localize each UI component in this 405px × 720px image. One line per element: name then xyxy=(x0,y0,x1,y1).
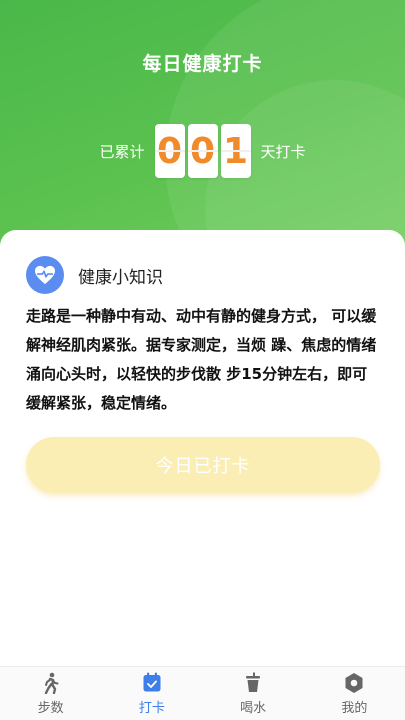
walking-icon xyxy=(40,672,62,694)
tab-water[interactable]: 喝水 xyxy=(203,667,304,720)
settings-hexagon-icon xyxy=(343,672,365,694)
counter-digit: 0 xyxy=(187,124,218,178)
tab-checkin[interactable]: 打卡 xyxy=(101,667,202,720)
tab-label: 我的 xyxy=(341,700,368,716)
screen: 每日健康打卡 已累计 0 0 1 天打卡 健康小知识 走路是一种静中有动、动中有… xyxy=(0,0,405,720)
counter-digits: 0 0 1 xyxy=(154,124,251,178)
cup-icon xyxy=(242,672,264,694)
tip-body: 走路是一种静中有动、动中有静的健身方式， 可以缓解神经肌肉紧张。据专家测定，当烦… xyxy=(26,307,377,412)
tab-label: 步数 xyxy=(37,700,64,716)
tab-label: 喝水 xyxy=(240,700,267,716)
tab-profile[interactable]: 我的 xyxy=(304,667,405,720)
tab-steps[interactable]: 步数 xyxy=(0,667,101,720)
counter-prefix: 已累计 xyxy=(99,142,145,161)
content-card: 健康小知识 走路是一种静中有动、动中有静的健身方式， 可以缓解神经肌肉紧张。据专… xyxy=(0,230,405,666)
tip-header: 健康小知识 xyxy=(26,256,163,294)
counter-suffix: 天打卡 xyxy=(260,142,306,161)
calendar-check-icon xyxy=(141,672,163,694)
page-title: 每日健康打卡 xyxy=(142,53,263,75)
tab-label: 打卡 xyxy=(138,700,165,716)
checkin-counter: 已累计 0 0 1 天打卡 xyxy=(0,124,405,178)
tip-title: 健康小知识 xyxy=(78,267,163,288)
counter-digit: 1 xyxy=(220,124,251,178)
bottom-tabbar: 步数 打卡 喝水 我的 xyxy=(0,666,405,720)
checkin-button[interactable]: 今日已打卡 xyxy=(26,437,380,493)
heart-pulse-icon xyxy=(26,256,64,294)
counter-digit: 0 xyxy=(154,124,185,178)
